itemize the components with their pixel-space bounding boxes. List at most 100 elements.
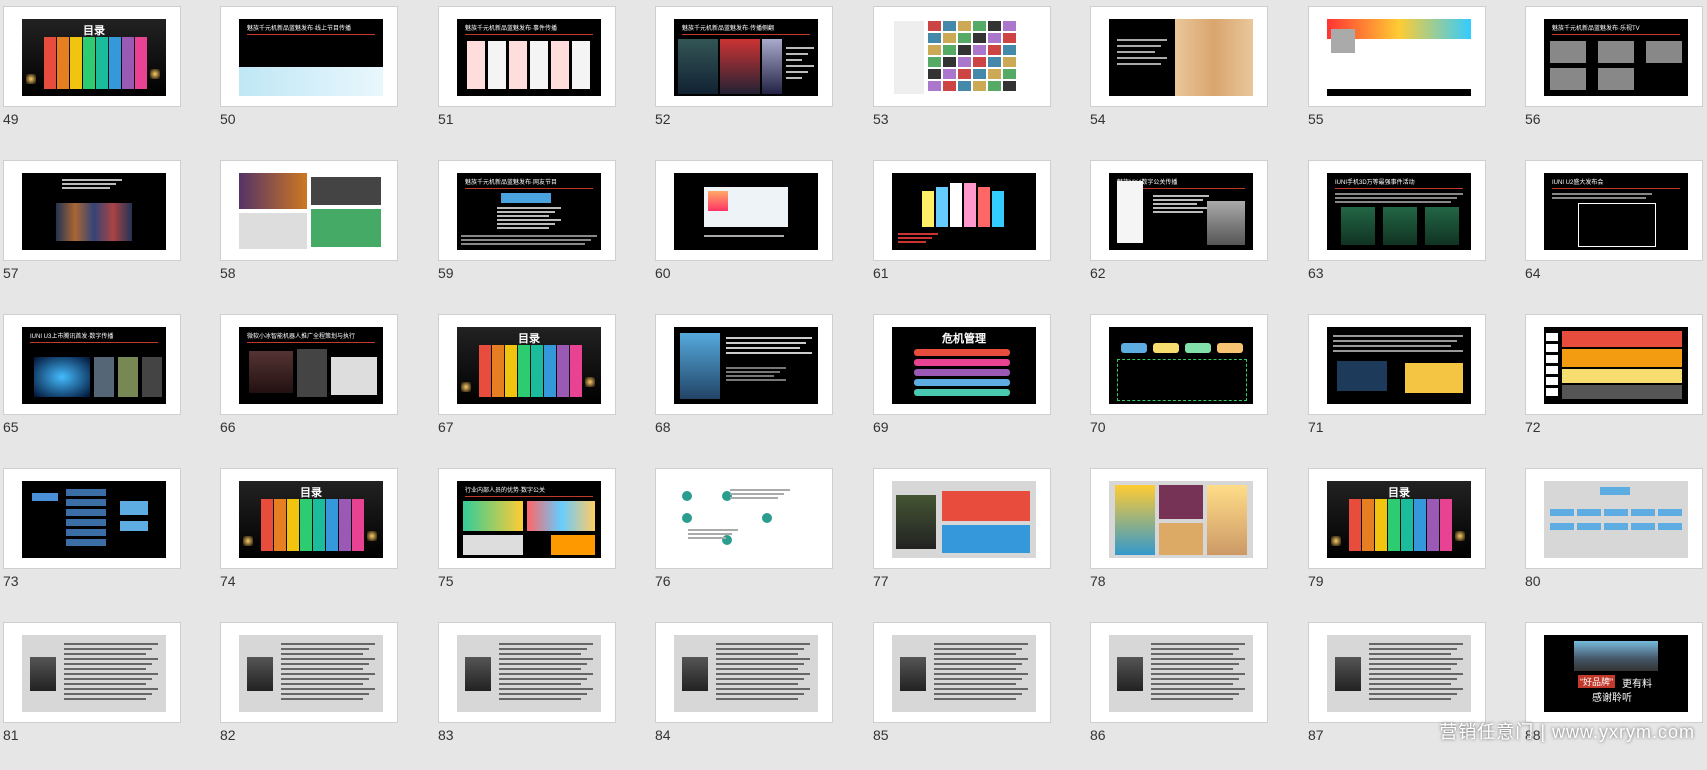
slide-card[interactable] <box>438 622 616 723</box>
slide-preview[interactable]: IUNI U2盛大发布会 <box>1544 173 1688 250</box>
slide-preview[interactable] <box>1109 481 1253 558</box>
slide-preview[interactable]: 魅族千元机新品蓝魅发布·传播侧翻 <box>674 19 818 96</box>
slide-thumbnail-75[interactable]: 行业内部人员的优势·数字公关 75 <box>435 462 617 616</box>
slide-thumbnail-81[interactable]: 81 <box>0 616 182 770</box>
slide-thumbnail-86[interactable]: 86 <box>1087 616 1269 770</box>
slide-thumbnail-82[interactable]: 82 <box>217 616 399 770</box>
slide-preview[interactable]: 微软小冰智能机器人推广全程策划与执行 <box>239 327 383 404</box>
slide-card[interactable]: 魅族千元机新品蓝魅发布·网友节目 <box>438 160 616 261</box>
slide-card[interactable] <box>873 468 1051 569</box>
slide-card[interactable] <box>655 314 833 415</box>
slide-preview[interactable] <box>674 481 818 558</box>
slide-preview[interactable] <box>892 19 1036 96</box>
slide-thumbnail-63[interactable]: IUNI手机3D万等最强事件活动 63 <box>1305 154 1487 308</box>
slide-thumbnail-64[interactable]: IUNI U2盛大发布会 64 <box>1522 154 1704 308</box>
slide-card[interactable] <box>3 622 181 723</box>
slide-card[interactable]: 魅族MX4数字公关传播 <box>1090 160 1268 261</box>
slide-thumbnail-88[interactable]: “好品牌” 更有料 感谢聆听 88 <box>1522 616 1704 770</box>
slide-thumbnail-68[interactable]: 68 <box>652 308 834 462</box>
slide-thumbnail-50[interactable]: 魅族千元机新品蓝魅发布·线上节目传播 50 <box>217 0 399 154</box>
slide-preview[interactable] <box>674 635 818 712</box>
slide-card[interactable] <box>873 622 1051 723</box>
slide-preview[interactable]: IUNI手机3D万等最强事件活动 <box>1327 173 1471 250</box>
slide-preview[interactable] <box>892 481 1036 558</box>
slide-thumbnail-65[interactable]: IUNI U3上市腾讯首发·数字传播 65 <box>0 308 182 462</box>
slide-preview[interactable] <box>674 327 818 404</box>
slide-card[interactable] <box>655 160 833 261</box>
slide-card[interactable]: 目录 <box>438 314 616 415</box>
slide-thumbnail-53[interactable]: 53 <box>870 0 1052 154</box>
slide-thumbnail-62[interactable]: 魅族MX4数字公关传播 62 <box>1087 154 1269 308</box>
slide-card[interactable] <box>873 6 1051 107</box>
slide-thumbnail-49[interactable]: 目录 49 <box>0 0 182 154</box>
slide-thumbnail-84[interactable]: 84 <box>652 616 834 770</box>
slide-preview[interactable]: 魅族MX4数字公关传播 <box>1109 173 1253 250</box>
slide-thumbnail-87[interactable]: 87 <box>1305 616 1487 770</box>
slide-card[interactable] <box>1525 468 1703 569</box>
slide-card[interactable] <box>1090 622 1268 723</box>
slide-thumbnail-70[interactable]: 70 <box>1087 308 1269 462</box>
slide-thumbnail-79[interactable]: 目录 79 <box>1305 462 1487 616</box>
slide-thumbnail-76[interactable]: 76 <box>652 462 834 616</box>
slide-thumbnail-66[interactable]: 微软小冰智能机器人推广全程策划与执行 66 <box>217 308 399 462</box>
slide-card[interactable]: 行业内部人员的优势·数字公关 <box>438 468 616 569</box>
slide-preview[interactable]: “好品牌” 更有料 感谢聆听 <box>1544 635 1688 712</box>
slide-card[interactable]: 魅族千元机新品蓝魅发布·线上节目传播 <box>220 6 398 107</box>
slide-thumbnail-56[interactable]: 魅族千元机新品蓝魅发布·乐视TV 56 <box>1522 0 1704 154</box>
slide-thumbnail-52[interactable]: 魅族千元机新品蓝魅发布·传播侧翻 52 <box>652 0 834 154</box>
slide-card[interactable]: 魅族千元机新品蓝魅发布·传播侧翻 <box>655 6 833 107</box>
slide-thumbnail-85[interactable]: 85 <box>870 616 1052 770</box>
slide-card[interactable]: IUNI手机3D万等最强事件活动 <box>1308 160 1486 261</box>
slide-preview[interactable]: 目录 <box>22 19 166 96</box>
slide-preview[interactable] <box>1109 635 1253 712</box>
slide-preview[interactable]: 目录 <box>239 481 383 558</box>
slide-card[interactable]: 魅族千元机新品蓝魅发布·事件传播 <box>438 6 616 107</box>
slide-thumbnail-71[interactable]: 71 <box>1305 308 1487 462</box>
slide-preview[interactable]: IUNI U3上市腾讯首发·数字传播 <box>22 327 166 404</box>
slide-preview[interactable] <box>457 635 601 712</box>
slide-thumbnail-59[interactable]: 魅族千元机新品蓝魅发布·网友节目 59 <box>435 154 617 308</box>
slide-preview[interactable]: 目录 <box>1327 481 1471 558</box>
slide-preview[interactable] <box>22 173 166 250</box>
slide-preview[interactable]: 魅族千元机新品蓝魅发布·乐视TV <box>1544 19 1688 96</box>
slide-preview[interactable] <box>1327 327 1471 404</box>
slide-preview[interactable] <box>892 635 1036 712</box>
slide-card[interactable] <box>1090 314 1268 415</box>
slide-preview[interactable] <box>22 481 166 558</box>
slide-thumbnail-80[interactable]: 80 <box>1522 462 1704 616</box>
slide-card[interactable]: 目录 <box>1308 468 1486 569</box>
slide-card[interactable] <box>1090 6 1268 107</box>
slide-thumbnail-57[interactable]: 57 <box>0 154 182 308</box>
slide-thumbnail-83[interactable]: 83 <box>435 616 617 770</box>
slide-card[interactable] <box>1525 314 1703 415</box>
slide-card[interactable] <box>220 622 398 723</box>
slide-preview[interactable] <box>239 173 383 250</box>
slide-preview[interactable] <box>892 173 1036 250</box>
slide-thumbnail-73[interactable]: 73 <box>0 462 182 616</box>
slide-preview[interactable] <box>1327 19 1471 96</box>
slide-preview[interactable] <box>239 635 383 712</box>
slide-preview[interactable] <box>1544 481 1688 558</box>
slide-card[interactable]: “好品牌” 更有料 感谢聆听 <box>1525 622 1703 723</box>
slide-card[interactable] <box>1308 6 1486 107</box>
slide-card[interactable] <box>1308 314 1486 415</box>
slide-thumbnail-58[interactable]: 58 <box>217 154 399 308</box>
slide-card[interactable]: 危机管理 <box>873 314 1051 415</box>
slide-card[interactable] <box>655 622 833 723</box>
slide-card[interactable]: IUNI U2盛大发布会 <box>1525 160 1703 261</box>
slide-thumbnail-55[interactable]: 55 <box>1305 0 1487 154</box>
slide-card[interactable]: 魅族千元机新品蓝魅发布·乐视TV <box>1525 6 1703 107</box>
slide-preview[interactable]: 魅族千元机新品蓝魅发布·事件传播 <box>457 19 601 96</box>
slide-preview[interactable]: 魅族千元机新品蓝魅发布·网友节目 <box>457 173 601 250</box>
slide-preview[interactable] <box>1327 635 1471 712</box>
slide-card[interactable]: 目录 <box>3 6 181 107</box>
slide-card[interactable] <box>3 160 181 261</box>
slide-thumbnail-78[interactable]: 78 <box>1087 462 1269 616</box>
slide-preview[interactable]: 魅族千元机新品蓝魅发布·线上节目传播 <box>239 19 383 96</box>
slide-card[interactable]: 微软小冰智能机器人推广全程策划与执行 <box>220 314 398 415</box>
slide-preview[interactable] <box>22 635 166 712</box>
slide-card[interactable]: IUNI U3上市腾讯首发·数字传播 <box>3 314 181 415</box>
slide-card[interactable] <box>655 468 833 569</box>
slide-preview[interactable]: 行业内部人员的优势·数字公关 <box>457 481 601 558</box>
slide-preview[interactable] <box>674 173 818 250</box>
